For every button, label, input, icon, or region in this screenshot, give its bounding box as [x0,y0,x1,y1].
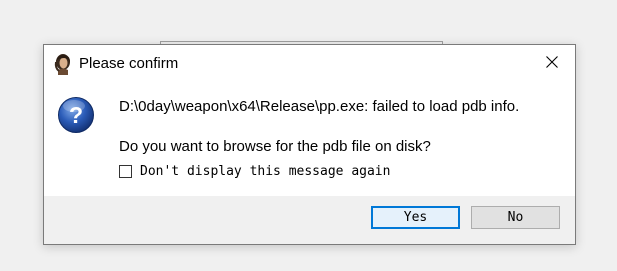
dont-display-checkbox[interactable] [119,164,132,178]
no-button[interactable]: No [471,206,560,229]
yes-button[interactable]: Yes [371,206,460,229]
confirm-dialog: Please confirm ? D:\0day\weapon\x64\Rele… [43,44,576,245]
dialog-title: Please confirm [79,55,179,72]
dialog-footer: Yes No [44,196,575,244]
question-text: Do you want to browse for the pdb file o… [119,138,431,155]
close-icon [546,55,558,73]
dont-display-checkbox-label[interactable]: Don't display this message again [140,164,390,179]
question-icon: ? [57,96,95,134]
close-button[interactable] [529,45,575,82]
error-message: D:\0day\weapon\x64\Release\pp.exe: faile… [119,98,520,115]
app-icon [53,53,73,75]
dialog-titlebar: Please confirm [44,45,575,82]
svg-text:?: ? [69,102,83,128]
dont-display-checkbox-row[interactable]: Don't display this message again [119,163,390,179]
